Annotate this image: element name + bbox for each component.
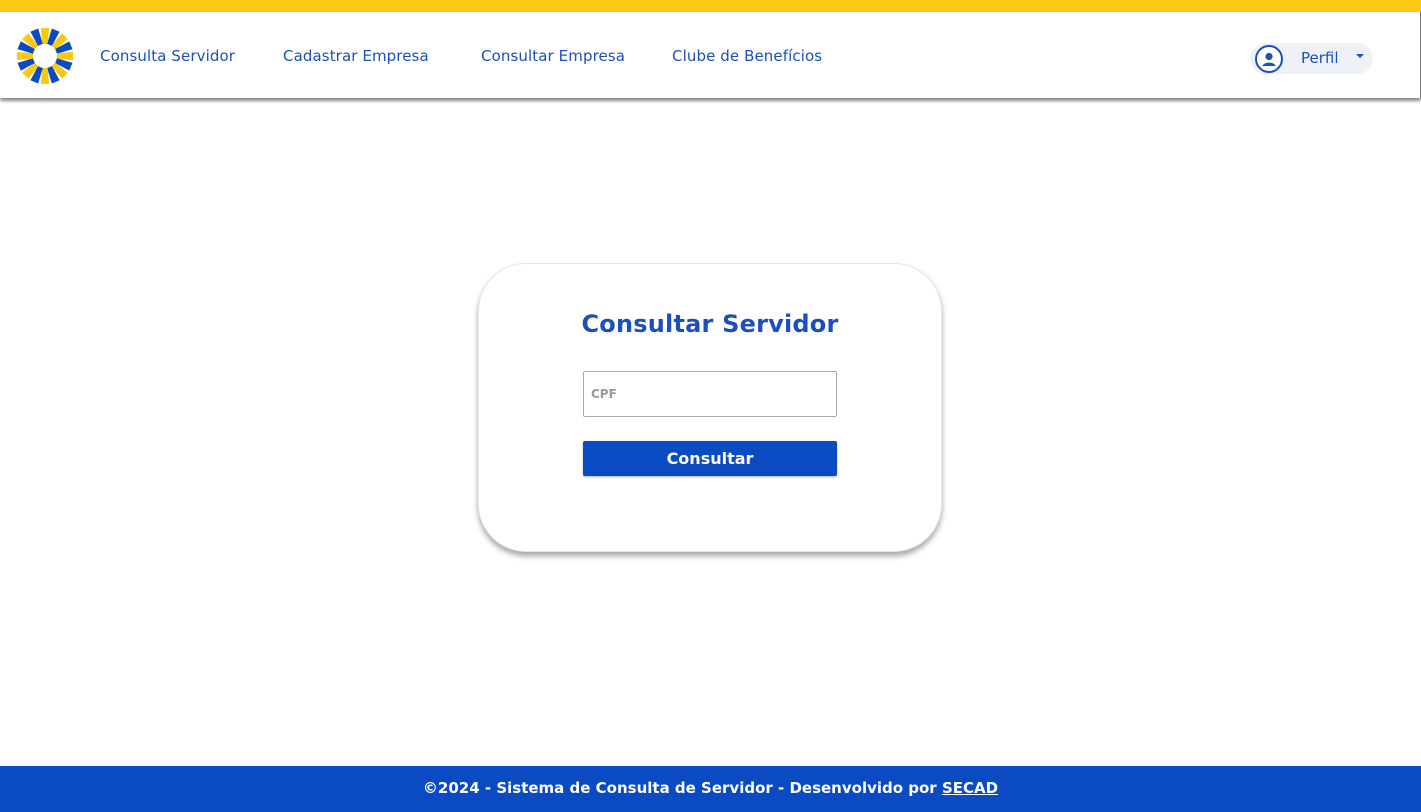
footer: ©2024 - Sistema de Consulta de Servidor … [0, 766, 1421, 812]
user-icon [1255, 45, 1283, 73]
top-accent-stripe [0, 0, 1421, 12]
nav-link-clube-de-beneficios[interactable]: Clube de Benefícios [672, 47, 822, 65]
consultar-button[interactable]: Consultar [583, 441, 837, 476]
nav-link-consultar-empresa[interactable]: Consultar Empresa [481, 47, 625, 65]
profile-label: Perfil [1301, 49, 1339, 67]
nav-link-consulta-servidor[interactable]: Consulta Servidor [100, 47, 235, 65]
logo-graphic [17, 28, 73, 84]
consult-server-card: Consultar Servidor Consultar [478, 263, 942, 552]
caret-down-icon [1356, 54, 1364, 58]
user-icon-graphic [1262, 52, 1276, 66]
card-title: Consultar Servidor [581, 310, 839, 338]
nav-link-cadastrar-empresa[interactable]: Cadastrar Empresa [283, 47, 429, 65]
navbar: Consulta Servidor Cadastrar Empresa Cons… [0, 12, 1421, 98]
profile-menu-button[interactable]: Perfil [1250, 43, 1373, 74]
sunburst-logo-icon[interactable] [16, 27, 74, 85]
cpf-input[interactable] [583, 371, 837, 417]
footer-text: ©2024 - Sistema de Consulta de Servidor … [422, 779, 942, 797]
footer-link-secad[interactable]: SECAD [942, 779, 998, 797]
